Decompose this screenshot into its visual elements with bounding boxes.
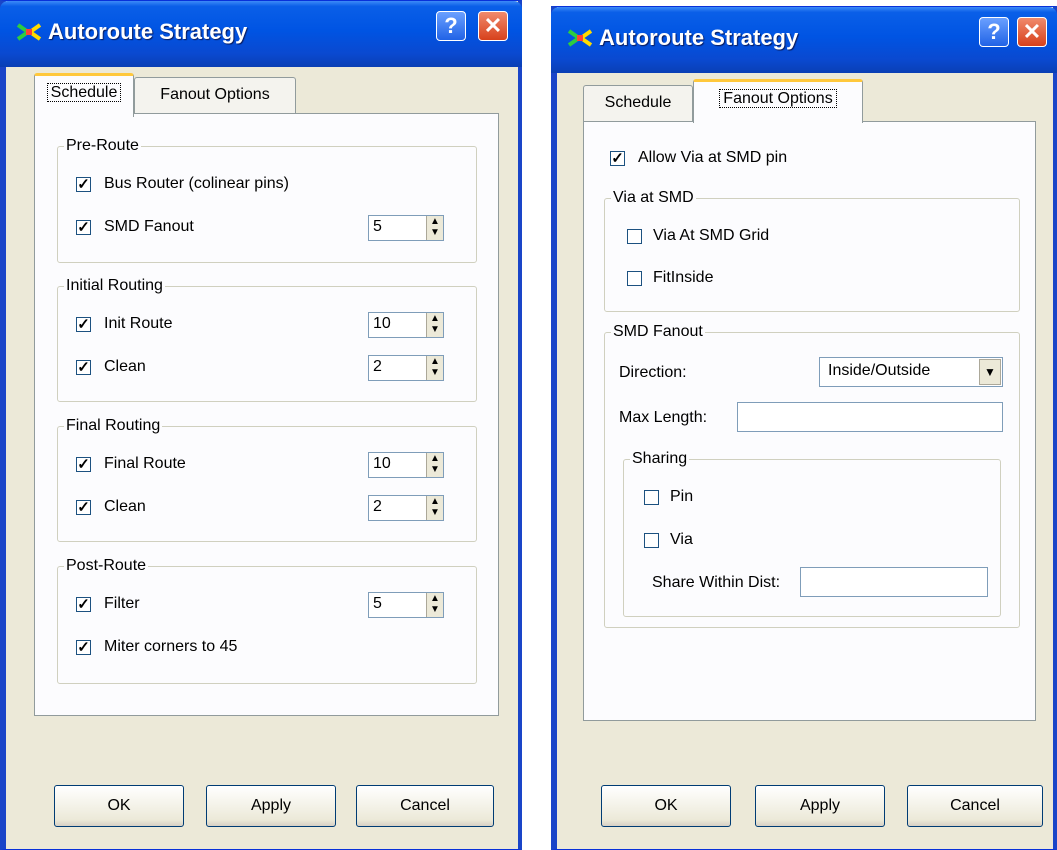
miter-corners-checkbox[interactable]: ✓ bbox=[76, 640, 91, 655]
autoroute-strategy-dialog-fanout: Autoroute Strategy ? ✕ Schedule Fanout O… bbox=[551, 6, 1057, 850]
sharing-group: Sharing Pin Via Share Within Dist: bbox=[623, 449, 1001, 617]
spinner-arrows-icon[interactable]: ▲ ▼ bbox=[426, 313, 443, 337]
fit-inside-checkbox[interactable] bbox=[627, 271, 642, 286]
clean-checkbox[interactable]: ✓ bbox=[76, 360, 91, 375]
autoroute-app-icon bbox=[16, 23, 42, 41]
clean-label: Clean bbox=[104, 498, 146, 515]
via-at-smd-grid-label: Via At SMD Grid bbox=[653, 227, 770, 244]
autoroute-strategy-dialog-schedule: Autoroute Strategy ? ✕ Schedule Fanout O… bbox=[0, 0, 522, 850]
allow-via-label: Allow Via at SMD pin bbox=[638, 149, 788, 166]
help-icon[interactable]: ? bbox=[436, 11, 466, 41]
post-route-group: Post-Route ✓ Filter 5 ▲ ▼ ✓ Miter corners… bbox=[57, 556, 477, 684]
filter-checkbox[interactable]: ✓ bbox=[76, 597, 91, 612]
group-title: Post-Route bbox=[64, 556, 149, 576]
ok-button[interactable]: OK bbox=[54, 785, 184, 827]
final-route-label: Final Route bbox=[104, 455, 186, 472]
title-bar[interactable]: Autoroute Strategy ? ✕ bbox=[551, 7, 1057, 73]
init-route-spinner[interactable]: 10 ▲ ▼ bbox=[368, 312, 444, 338]
bus-router-checkbox[interactable]: ✓ bbox=[76, 177, 91, 192]
via-at-smd-grid-checkbox[interactable] bbox=[627, 229, 642, 244]
spinner-arrows-icon[interactable]: ▲ ▼ bbox=[426, 356, 443, 380]
init-route-checkbox[interactable]: ✓ bbox=[76, 317, 91, 332]
max-length-input[interactable] bbox=[737, 402, 1003, 432]
clean-spinner[interactable]: 2 ▲ ▼ bbox=[368, 495, 444, 521]
clean-checkbox[interactable]: ✓ bbox=[76, 500, 91, 515]
init-route-label: Init Route bbox=[104, 315, 173, 332]
pin-checkbox[interactable] bbox=[644, 490, 659, 505]
spinner-value: 2 bbox=[373, 358, 382, 375]
final-route-checkbox[interactable]: ✓ bbox=[76, 457, 91, 472]
share-within-dist-input[interactable] bbox=[800, 567, 988, 597]
bus-router-label: Bus Router (colinear pins) bbox=[104, 175, 289, 192]
group-title: Pre-Route bbox=[64, 136, 141, 156]
tab-fanout-options[interactable]: Fanout Options bbox=[693, 79, 863, 123]
direction-label: Direction: bbox=[619, 364, 687, 381]
spinner-value: 10 bbox=[373, 315, 391, 332]
clean-label: Clean bbox=[104, 358, 146, 375]
miter-corners-label: Miter corners to 45 bbox=[104, 638, 238, 655]
fit-inside-label: FitInside bbox=[653, 269, 714, 286]
help-icon[interactable]: ? bbox=[979, 17, 1009, 47]
group-title: Final Routing bbox=[64, 416, 163, 436]
chevron-down-icon[interactable]: ▼ bbox=[979, 359, 1001, 385]
direction-value: Inside/Outside bbox=[828, 362, 931, 379]
spinner-arrows-icon[interactable]: ▲ ▼ bbox=[426, 496, 443, 520]
tab-fanout-options[interactable]: Fanout Options bbox=[134, 77, 296, 115]
schedule-tab-panel: Pre-Route ✓ Bus Router (colinear pins) ✓… bbox=[34, 113, 499, 716]
close-icon[interactable]: ✕ bbox=[478, 11, 508, 41]
spinner-value: 2 bbox=[373, 498, 382, 515]
pin-label: Pin bbox=[670, 488, 694, 505]
via-label: Via bbox=[670, 531, 693, 548]
group-title: Initial Routing bbox=[64, 276, 165, 296]
close-icon[interactable]: ✕ bbox=[1017, 17, 1047, 47]
via-at-smd-group: Via at SMD Via At SMD Grid FitInside bbox=[604, 188, 1020, 312]
autoroute-app-icon bbox=[567, 29, 593, 47]
spinner-arrows-icon[interactable]: ▲ ▼ bbox=[426, 216, 443, 240]
group-title: SMD Fanout bbox=[611, 322, 705, 342]
tab-schedule[interactable]: Schedule bbox=[34, 73, 134, 117]
spinner-arrows-icon[interactable]: ▲ ▼ bbox=[426, 453, 443, 477]
clean-spinner[interactable]: 2 ▲ ▼ bbox=[368, 355, 444, 381]
cancel-button[interactable]: Cancel bbox=[907, 785, 1043, 827]
spinner-value: 10 bbox=[373, 455, 391, 472]
final-route-spinner[interactable]: 10 ▲ ▼ bbox=[368, 452, 444, 478]
smd-fanout-group: SMD Fanout Direction: Inside/Outside ▼ M… bbox=[604, 322, 1020, 628]
filter-spinner[interactable]: 5 ▲ ▼ bbox=[368, 592, 444, 618]
smd-fanout-checkbox[interactable]: ✓ bbox=[76, 220, 91, 235]
apply-button[interactable]: Apply bbox=[206, 785, 336, 827]
final-routing-group: Final Routing ✓ Final Route 10 ▲ ▼ ✓ Clea… bbox=[57, 416, 477, 542]
direction-dropdown[interactable]: Inside/Outside ▼ bbox=[819, 357, 1003, 387]
allow-via-checkbox[interactable]: ✓ bbox=[610, 151, 625, 166]
window-title: Autoroute Strategy bbox=[48, 19, 248, 44]
group-title: Sharing bbox=[630, 449, 690, 469]
max-length-label: Max Length: bbox=[619, 409, 708, 426]
initial-routing-group: Initial Routing ✓ Init Route 10 ▲ ▼ ✓ Cle… bbox=[57, 276, 477, 402]
spinner-value: 5 bbox=[373, 218, 382, 235]
apply-button[interactable]: Apply bbox=[755, 785, 885, 827]
ok-button[interactable]: OK bbox=[601, 785, 731, 827]
fanout-options-tab-panel: ✓ Allow Via at SMD pin Via at SMD Via At… bbox=[583, 121, 1036, 721]
tab-schedule[interactable]: Schedule bbox=[583, 85, 693, 123]
spinner-value: 5 bbox=[373, 595, 382, 612]
smd-fanout-spinner[interactable]: 5 ▲ ▼ bbox=[368, 215, 444, 241]
cancel-button[interactable]: Cancel bbox=[356, 785, 494, 827]
share-within-dist-label: Share Within Dist: bbox=[652, 574, 781, 591]
group-title: Via at SMD bbox=[611, 188, 696, 208]
via-checkbox[interactable] bbox=[644, 533, 659, 548]
spinner-arrows-icon[interactable]: ▲ ▼ bbox=[426, 593, 443, 617]
title-bar[interactable]: Autoroute Strategy ? ✕ bbox=[0, 1, 522, 67]
pre-route-group: Pre-Route ✓ Bus Router (colinear pins) ✓… bbox=[57, 136, 477, 263]
smd-fanout-label: SMD Fanout bbox=[104, 218, 194, 235]
window-title: Autoroute Strategy bbox=[599, 25, 799, 50]
filter-label: Filter bbox=[104, 595, 140, 612]
